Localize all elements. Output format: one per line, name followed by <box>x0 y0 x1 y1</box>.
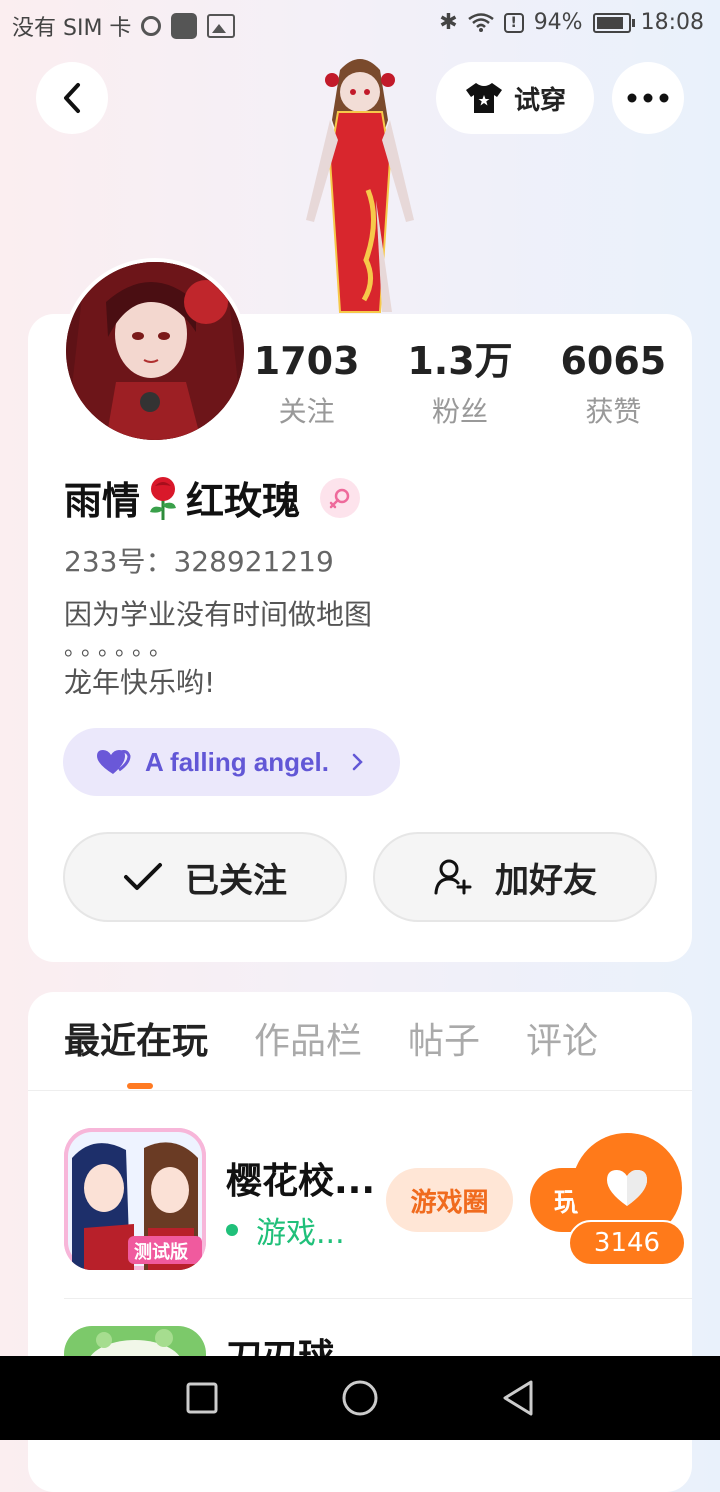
name-part1: 雨情 <box>64 479 141 523</box>
bio-line-3: 龙年快乐哟! <box>64 666 216 699</box>
following-label: 关注 <box>278 395 335 428</box>
add-user-icon <box>434 859 472 895</box>
chevron-left-icon <box>64 83 80 113</box>
user-id[interactable]: 233号：328921219 <box>64 540 334 580</box>
game-icon-badge: 测试版 <box>134 1242 188 1263</box>
tab-recently-played[interactable]: 最近在玩 <box>64 1018 208 1066</box>
hotspot-icon <box>141 16 162 36</box>
tab-works[interactable]: 作品栏 <box>254 1018 362 1066</box>
followers-count: 1.3万 <box>407 339 513 383</box>
avatar-image <box>66 262 244 440</box>
game-icon[interactable]: 测试版 <box>64 1128 206 1270</box>
followed-label: 已关注 <box>185 860 287 901</box>
bio-line-2: 。。。。。。 <box>64 636 178 661</box>
game-status: 游戏... <box>226 1208 345 1252</box>
image-notification-icon <box>207 14 236 38</box>
profile-name: 雨情 红玫瑰 <box>64 470 361 525</box>
online-dot <box>226 1224 238 1236</box>
add-friend-button[interactable]: 加好友 <box>373 832 657 922</box>
check-icon <box>124 863 162 890</box>
profile-tag-pill[interactable]: A falling angel. <box>63 728 400 796</box>
character-figure[interactable] <box>280 50 440 315</box>
battery-icon <box>592 12 635 33</box>
tab-comments[interactable]: 评论 <box>526 1018 598 1066</box>
female-gender-icon <box>320 477 361 518</box>
rose-icon <box>150 476 177 520</box>
back-nav-icon[interactable] <box>501 1379 535 1417</box>
following-count: 1703 <box>253 339 360 383</box>
bio-line-1: 因为学业没有时间做地图 <box>64 598 373 631</box>
hearts-icon <box>97 750 131 774</box>
status-bar: 没有 SIM 卡 ✱ ! 94% 18:08 <box>0 0 720 50</box>
add-friend-label: 加好友 <box>495 860 597 901</box>
more-button[interactable] <box>612 62 684 134</box>
list-divider <box>64 1298 692 1299</box>
profile-tabs: 最近在玩 作品栏 帖子 评论 <box>64 1018 598 1066</box>
battery-percent: 94% <box>533 10 583 35</box>
game-title[interactable]: 樱花校... <box>226 1152 375 1204</box>
name-part2: 红玫瑰 <box>186 479 301 523</box>
followers-label: 粉丝 <box>431 395 488 428</box>
game-title-2[interactable]: 刀刃球 <box>226 1328 334 1356</box>
clock: 18:08 <box>640 10 704 35</box>
carrier-label: 没有 SIM 卡 <box>12 16 132 41</box>
like-count: 3146 <box>568 1220 686 1266</box>
wifi-icon <box>467 12 494 32</box>
chevron-right-icon <box>352 753 363 771</box>
tab-indicator <box>127 1083 153 1089</box>
game-status-label: 游戏... <box>256 1216 345 1251</box>
system-nav-bar <box>0 1356 720 1440</box>
alert-icon: ! <box>503 12 524 33</box>
app-notification-icon <box>171 13 198 39</box>
followers-stat[interactable]: 1.3万 粉丝 <box>383 338 536 430</box>
bluetooth-icon: ✱ <box>439 10 458 35</box>
game-circle-button[interactable]: 游戏圈 <box>386 1168 513 1232</box>
bio: 因为学业没有时间做地图 。。。。。。 龙年快乐哟! <box>64 596 664 702</box>
more-dots-icon <box>627 93 669 103</box>
recents-icon[interactable] <box>185 1381 219 1415</box>
tabs-divider <box>28 1090 692 1091</box>
tshirt-icon <box>465 83 502 113</box>
back-button[interactable] <box>36 62 108 134</box>
tab-posts[interactable]: 帖子 <box>408 1018 480 1066</box>
try-on-label: 试穿 <box>513 85 566 116</box>
followed-button[interactable]: 已关注 <box>63 832 347 922</box>
home-icon[interactable] <box>341 1379 379 1417</box>
likes-stat[interactable]: 6065 获赞 <box>537 338 690 430</box>
following-stat[interactable]: 1703 关注 <box>230 338 383 430</box>
likes-label: 获赞 <box>585 395 642 428</box>
likes-count: 6065 <box>560 339 667 383</box>
try-on-button[interactable]: 试穿 <box>436 62 594 134</box>
tag-label: A falling angel. <box>145 746 329 777</box>
heart-icon <box>607 1170 647 1206</box>
stats-row: 1703 关注 1.3万 粉丝 6065 获赞 <box>230 338 690 430</box>
avatar[interactable] <box>62 258 248 444</box>
